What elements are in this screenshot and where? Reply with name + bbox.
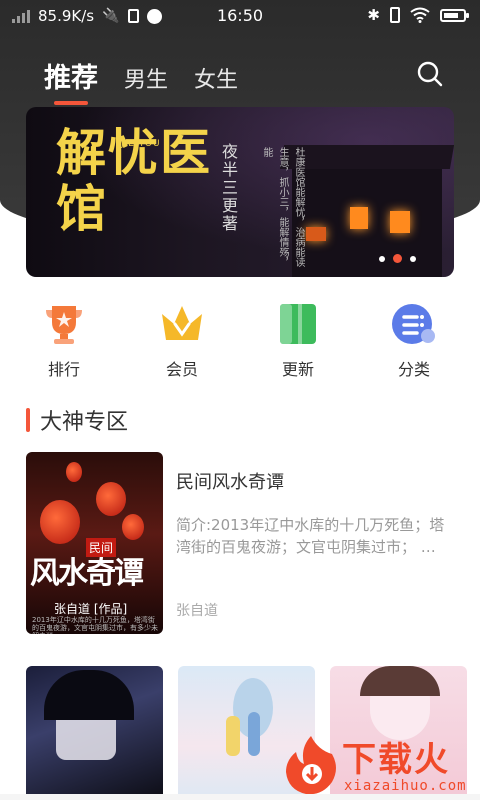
menu-update[interactable]: 更新 [258,302,338,380]
section-accent-bar [26,408,30,432]
watermark-text: 下载火 [342,740,450,780]
banner-carousel[interactable]: 解忧医馆 JIE YOU 夜半三更著 杜康医馆能解忧，治病能读生意，抓小三，能解… [26,107,454,277]
flame-logo-icon [286,736,336,795]
menu-vip-label: 会员 [165,360,198,379]
cover-author: 张自道 [作品] [54,602,128,616]
cover-title: 风水奇谭 [30,556,144,591]
bottom-nav-peek [0,794,480,800]
banner-description: 杜康医馆能解忧，治病能读生意，抓小三，能解情殇，能 [261,147,304,267]
category-tabs: 推荐 男生 女生 [44,56,264,105]
battery-level [444,12,459,18]
featured-book-card[interactable]: 民间 风水奇谭 张自道 [作品] 2013年辽中水库的十几万死鱼，塔湾街的百鬼夜… [26,452,456,634]
watermark-logo: 下载火 xiazaihuo.com [282,734,478,798]
battery-icon [440,8,469,22]
status-right: ✱ [367,6,469,24]
menu-rank-label: 排行 [47,360,80,379]
book-icon [280,304,316,344]
menu-rank[interactable]: 排行 [24,302,104,380]
tab-recommend[interactable]: 推荐 [44,56,98,105]
banner-subtitle: JIE YOU [121,139,161,149]
bluetooth-icon: ✱ [367,6,380,24]
watermark-url: xiazaihuo.com [344,778,467,794]
book-description: 简介:2013年辽中水库的十几万死鱼；塔湾街的百鬼夜游；文官屯阴集过市； … [176,516,445,556]
carousel-dot-active[interactable] [393,254,402,263]
tab-female[interactable]: 女生 [194,62,238,94]
menu-category-label: 分类 [397,360,430,379]
book-title[interactable]: 民间风水奇谭 [176,468,284,494]
book-author: 张自道 [176,603,218,619]
menu-update-label: 更新 [281,360,314,379]
crown-icon [162,306,202,340]
menu-vip[interactable]: 会员 [142,302,222,380]
carousel-indicator [379,254,416,263]
section-header: 大神专区 [26,404,128,436]
banner-author: 夜半三更著 [219,143,238,233]
tab-male[interactable]: 男生 [124,62,168,94]
section-title: 大神专区 [40,410,129,435]
status-bar: 85.9K/s 🔌 16:50 ✱ [0,0,480,32]
carousel-dot[interactable] [410,255,416,262]
book-cover[interactable] [26,666,163,800]
wifi-icon [410,7,430,23]
search-icon[interactable] [416,60,444,88]
category-icon [392,304,435,344]
banner-house-illustration [279,145,454,277]
book-cover[interactable]: 民间 风水奇谭 张自道 [作品] 2013年辽中水库的十几万死鱼，塔湾街的百鬼夜… [26,452,163,634]
carousel-dot[interactable] [379,255,385,262]
vibrate-icon [390,7,400,23]
cover-fine-print: 2013年辽中水库的十几万死鱼，塔湾街的百鬼夜游，文官屯阴集过市，有多少未解之谜 [32,616,158,634]
trophy-icon [46,306,82,344]
menu-category[interactable]: 分类 [374,302,454,380]
